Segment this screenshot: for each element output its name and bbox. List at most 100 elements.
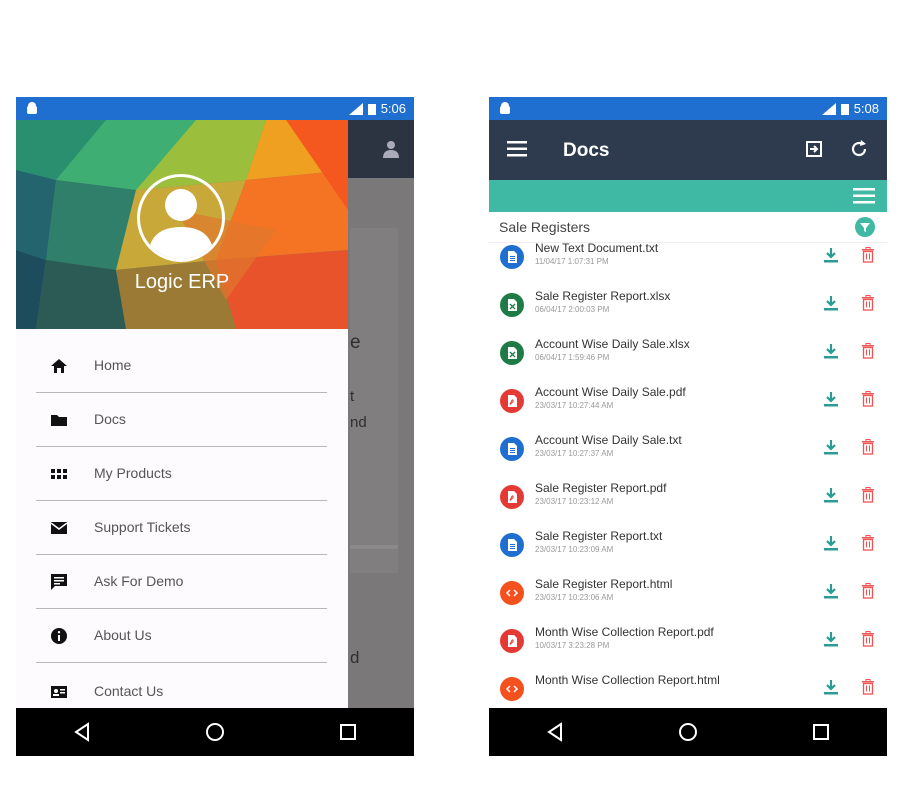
battery-icon <box>840 103 849 115</box>
txt-file-icon <box>500 533 524 557</box>
mail-icon <box>50 522 68 534</box>
android-icon <box>27 102 37 114</box>
system-nav-bar <box>489 708 887 756</box>
page-title: Docs <box>563 140 610 161</box>
list-item[interactable]: New Text Document.txt 11/04/17 1:07:31 P… <box>489 243 887 282</box>
avatar[interactable] <box>137 174 225 262</box>
list-item[interactable]: Account Wise Daily Sale.pdf 23/03/17 10:… <box>489 377 887 426</box>
file-name: Account Wise Daily Sale.xlsx <box>535 337 690 351</box>
back-icon[interactable] <box>544 721 566 743</box>
list-item[interactable]: Sale Register Report.txt 23/03/17 10:23:… <box>489 521 887 570</box>
section-header: Sale Registers <box>489 212 887 243</box>
pdf-file-icon <box>500 485 524 509</box>
delete-icon[interactable] <box>861 247 875 263</box>
delete-icon[interactable] <box>861 391 875 407</box>
hamburger-menu-icon[interactable] <box>507 141 527 157</box>
download-icon[interactable] <box>823 679 839 695</box>
user-avatar-icon <box>148 189 214 259</box>
download-icon[interactable] <box>823 343 839 359</box>
list-item[interactable]: Month Wise Collection Report.pdf 10/03/1… <box>489 617 887 666</box>
download-icon[interactable] <box>823 583 839 599</box>
menu-item-label: Home <box>94 357 132 373</box>
menu-item-about-us[interactable]: About Us <box>36 609 327 663</box>
person-icon <box>383 141 399 158</box>
delete-icon[interactable] <box>861 631 875 647</box>
txt-file-icon <box>500 437 524 461</box>
menu-item-ask-for-demo[interactable]: Ask For Demo <box>36 555 327 609</box>
menu-item-home[interactable]: Home <box>36 339 327 393</box>
list-item[interactable]: Account Wise Daily Sale.xlsx 06/04/17 1:… <box>489 329 887 378</box>
signal-icon <box>821 102 836 115</box>
list-item[interactable]: Sale Register Report.xlsx 06/04/17 2:00:… <box>489 281 887 330</box>
status-bar: 5:08 <box>489 97 887 120</box>
file-name: Month Wise Collection Report.html <box>535 673 720 687</box>
file-date: 23/03/17 10:27:44 AM <box>535 401 614 410</box>
home-circle-icon[interactable] <box>204 721 226 743</box>
download-icon[interactable] <box>823 439 839 455</box>
download-icon[interactable] <box>823 247 839 263</box>
delete-icon[interactable] <box>861 583 875 599</box>
status-time: 5:08 <box>853 101 879 116</box>
list-menu-icon[interactable] <box>853 188 875 204</box>
recents-icon[interactable] <box>337 721 359 743</box>
download-icon[interactable] <box>823 535 839 551</box>
signal-icon <box>348 102 363 115</box>
file-list: New Text Document.txt 11/04/17 1:07:31 P… <box>489 243 887 708</box>
status-bar: 5:06 <box>16 97 414 120</box>
drawer-header: Logic ERP <box>16 120 348 329</box>
menu-item-docs[interactable]: Docs <box>36 393 327 447</box>
download-icon[interactable] <box>823 487 839 503</box>
left-phone-screen: 5:06 e t nd d Logic ERP Home Docs My Pro… <box>16 97 414 756</box>
filter-icon[interactable] <box>855 217 875 237</box>
file-date: 23/03/17 10:23:12 AM <box>535 497 614 506</box>
file-date: 23/03/17 10:23:06 AM <box>535 593 614 602</box>
list-item[interactable]: Sale Register Report.pdf 23/03/17 10:23:… <box>489 473 887 522</box>
delete-icon[interactable] <box>861 295 875 311</box>
android-icon <box>500 102 510 114</box>
delete-icon[interactable] <box>861 535 875 551</box>
menu-item-label: Docs <box>94 411 126 427</box>
filter-toolbar <box>489 180 887 212</box>
info-icon <box>51 628 67 644</box>
background-card <box>350 228 398 573</box>
pdf-file-icon <box>500 389 524 413</box>
home-circle-icon[interactable] <box>677 721 699 743</box>
background-text: d <box>350 648 360 667</box>
delete-icon[interactable] <box>861 679 875 695</box>
delete-icon[interactable] <box>861 439 875 455</box>
list-item[interactable]: Month Wise Collection Report.html <box>489 665 887 708</box>
list-item[interactable]: Account Wise Daily Sale.txt 23/03/17 10:… <box>489 425 887 474</box>
home-icon <box>51 359 67 373</box>
file-date: 06/04/17 2:00:03 PM <box>535 305 610 314</box>
section-label: Sale Registers <box>499 219 591 235</box>
delete-icon[interactable] <box>861 343 875 359</box>
delete-icon[interactable] <box>861 487 875 503</box>
menu-divider <box>36 662 327 663</box>
file-name: Sale Register Report.xlsx <box>535 289 671 303</box>
file-date: 23/03/17 10:23:09 AM <box>535 545 614 554</box>
list-item[interactable]: Sale Register Report.html 23/03/17 10:23… <box>489 569 887 618</box>
grid-icon <box>51 469 67 479</box>
back-icon[interactable] <box>71 721 93 743</box>
download-icon[interactable] <box>823 391 839 407</box>
navigation-drawer: Logic ERP Home Docs My Products Support … <box>16 120 348 708</box>
file-name: New Text Document.txt <box>535 243 659 255</box>
menu-item-label: My Products <box>94 465 172 481</box>
refresh-icon[interactable] <box>849 139 869 159</box>
download-icon[interactable] <box>823 631 839 647</box>
menu-item-my-products[interactable]: My Products <box>36 447 327 501</box>
download-icon[interactable] <box>823 295 839 311</box>
file-date: 06/04/17 1:59:46 PM <box>535 353 610 362</box>
background-text: e <box>350 332 361 353</box>
chat-icon <box>51 574 67 590</box>
file-date: 10/03/17 3:23:28 PM <box>535 641 610 650</box>
file-name: Account Wise Daily Sale.pdf <box>535 385 686 399</box>
menu-item-support-tickets[interactable]: Support Tickets <box>36 501 327 555</box>
xlsx-file-icon <box>500 341 524 365</box>
background-divider <box>350 545 398 549</box>
xlsx-file-icon <box>500 293 524 317</box>
logout-icon[interactable] <box>805 140 823 158</box>
app-bar: Docs <box>489 120 887 180</box>
menu-item-label: Support Tickets <box>94 519 191 535</box>
recents-icon[interactable] <box>810 721 832 743</box>
